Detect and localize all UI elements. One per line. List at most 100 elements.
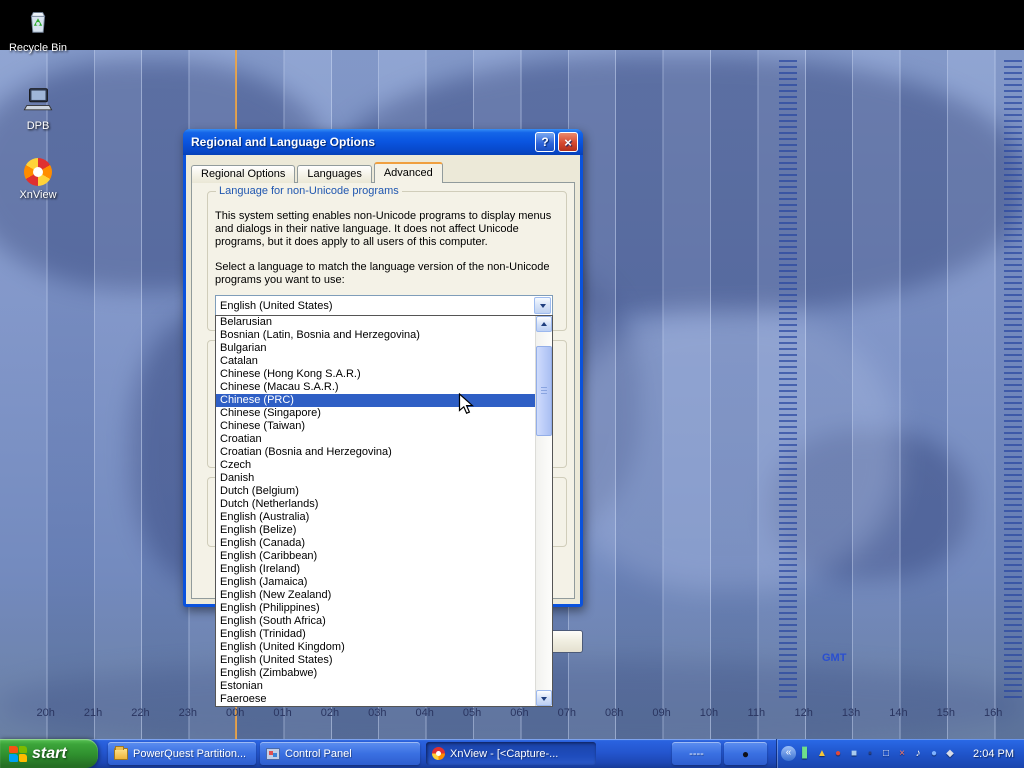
tray-alert-icon[interactable]: ● bbox=[831, 746, 845, 762]
dropdown-item[interactable]: English (Zimbabwe) bbox=[216, 667, 535, 680]
dropdown-item[interactable]: Danish bbox=[216, 472, 535, 485]
dropdown-item[interactable]: English (South Africa) bbox=[216, 615, 535, 628]
taskbar-clock[interactable]: 2:04 PM bbox=[967, 748, 1024, 760]
arrow-up-icon bbox=[541, 319, 547, 326]
tray-shield-icon[interactable]: ▲ bbox=[815, 746, 829, 762]
dropdown-item[interactable]: Bosnian (Latin, Bosnia and Herzegovina) bbox=[216, 329, 535, 342]
recycle-bin-icon bbox=[21, 6, 55, 36]
dropdown-item[interactable]: Chinese (PRC) bbox=[216, 394, 535, 407]
dropdown-item[interactable]: English (Australia) bbox=[216, 511, 535, 524]
desktop-icon-label: Recycle Bin bbox=[0, 42, 76, 54]
desktop-icon-label: XnView bbox=[0, 189, 76, 201]
instruction-text: Select a language to match the language … bbox=[215, 261, 561, 287]
tray-volume-icon[interactable]: ♪ bbox=[911, 746, 925, 762]
tray-window-icon[interactable]: ▪ bbox=[863, 746, 877, 762]
dropdown-item[interactable]: Chinese (Singapore) bbox=[216, 407, 535, 420]
mouse-cursor bbox=[458, 393, 476, 417]
dropdown-item[interactable]: Croatian bbox=[216, 433, 535, 446]
tray-network-icon[interactable]: ● bbox=[927, 746, 941, 762]
dropdown-item[interactable]: Chinese (Macau S.A.R.) bbox=[216, 381, 535, 394]
non-unicode-language-combobox[interactable]: English (United States) bbox=[215, 295, 553, 316]
scrollbar-thumb[interactable] bbox=[536, 346, 552, 436]
tab-languages[interactable]: Languages bbox=[297, 165, 371, 183]
desktop-top-band bbox=[0, 0, 1024, 50]
scroll-up-button[interactable] bbox=[536, 316, 552, 332]
dropdown-scrollbar[interactable] bbox=[535, 316, 552, 706]
taskbar-button-dark-app[interactable]: ● bbox=[724, 742, 767, 765]
taskbar-button-dashes[interactable]: ---- bbox=[672, 742, 721, 765]
desktop-icon-dpb[interactable]: DPB bbox=[0, 84, 76, 132]
arrow-down-icon bbox=[541, 697, 547, 704]
hour-label: 08h bbox=[591, 707, 638, 719]
tray-hide-icons-button[interactable]: « bbox=[781, 746, 796, 761]
dropdown-item[interactable]: Belarusian bbox=[216, 316, 535, 329]
dropdown-items: BelarusianBosnian (Latin, Bosnia and Her… bbox=[216, 316, 535, 706]
dropdown-item[interactable]: English (Jamaica) bbox=[216, 576, 535, 589]
system-tray: « ▋▲●■▪□×♪●◆ 2:04 PM bbox=[776, 739, 1024, 768]
dropdown-item[interactable]: English (Trinidad) bbox=[216, 628, 535, 641]
taskbar-button-powerquest[interactable]: PowerQuest Partition... bbox=[108, 742, 256, 765]
dropdown-item[interactable]: English (Ireland) bbox=[216, 563, 535, 576]
laptop-icon bbox=[21, 84, 55, 114]
dropdown-item[interactable]: Catalan bbox=[216, 355, 535, 368]
hour-labels-row: 20h21h22h23h00h01h02h03h04h05h06h07h08h0… bbox=[22, 707, 1017, 719]
tray-device-icon[interactable]: ◆ bbox=[943, 746, 957, 762]
dropdown-item[interactable]: English (Caribbean) bbox=[216, 550, 535, 563]
dropdown-item[interactable]: Bulgarian bbox=[216, 342, 535, 355]
dropdown-item[interactable]: Estonian bbox=[216, 680, 535, 693]
hour-label: 16h bbox=[970, 707, 1017, 719]
edge-hatch bbox=[1004, 60, 1022, 700]
control-panel-icon bbox=[266, 748, 280, 760]
desktop-icon-xnview[interactable]: XnView bbox=[0, 158, 76, 201]
tray-display-icon[interactable]: ■ bbox=[847, 746, 861, 762]
dropdown-item[interactable]: Dutch (Belgium) bbox=[216, 485, 535, 498]
tab-advanced[interactable]: Advanced bbox=[374, 162, 443, 183]
hour-label: 00h bbox=[212, 707, 259, 719]
window-title: Regional and Language Options bbox=[191, 135, 532, 149]
hour-label: 12h bbox=[780, 707, 827, 719]
start-button[interactable]: start bbox=[0, 739, 98, 768]
dropdown-item[interactable]: English (United Kingdom) bbox=[216, 641, 535, 654]
combobox-value: English (United States) bbox=[216, 300, 533, 312]
dropdown-item[interactable]: Chinese (Taiwan) bbox=[216, 420, 535, 433]
xnview-logo-icon bbox=[24, 158, 52, 186]
dropdown-item[interactable]: English (United States) bbox=[216, 654, 535, 667]
dropdown-item[interactable]: Czech bbox=[216, 459, 535, 472]
dropdown-item[interactable]: English (Philippines) bbox=[216, 602, 535, 615]
hour-label: 11h bbox=[733, 707, 780, 719]
dark-app-icon: ● bbox=[742, 748, 749, 760]
hour-label: 06h bbox=[496, 707, 543, 719]
hour-label: 07h bbox=[543, 707, 590, 719]
taskbar-button-xnview[interactable]: XnView - [<Capture-... bbox=[426, 742, 596, 765]
groupbox-title: Language for non-Unicode programs bbox=[216, 185, 402, 197]
description-text: This system setting enables non-Unicode … bbox=[215, 210, 557, 249]
taskbar-button-control-panel[interactable]: Control Panel bbox=[260, 742, 420, 765]
tray-close-icon[interactable]: × bbox=[895, 746, 909, 762]
hour-label: 14h bbox=[875, 707, 922, 719]
help-button[interactable]: ? bbox=[535, 132, 555, 152]
taskbar: start PowerQuest Partition... Control Pa… bbox=[0, 739, 1024, 768]
tray-meter-icon[interactable]: ▋ bbox=[799, 746, 813, 762]
dropdown-item[interactable]: Croatian (Bosnia and Herzegovina) bbox=[216, 446, 535, 459]
hour-label: 01h bbox=[259, 707, 306, 719]
hour-label: 21h bbox=[69, 707, 116, 719]
hour-label: 10h bbox=[685, 707, 732, 719]
dropdown-item[interactable]: Faeroese bbox=[216, 693, 535, 706]
hour-label: 09h bbox=[638, 707, 685, 719]
scroll-down-button[interactable] bbox=[536, 690, 552, 706]
xnview-icon bbox=[432, 747, 445, 760]
desktop-icon-recycle-bin[interactable]: Recycle Bin bbox=[0, 6, 76, 54]
dropdown-item[interactable]: Chinese (Hong Kong S.A.R.) bbox=[216, 368, 535, 381]
dropdown-item[interactable]: Dutch (Netherlands) bbox=[216, 498, 535, 511]
dropdown-item[interactable]: English (New Zealand) bbox=[216, 589, 535, 602]
dropdown-item[interactable]: English (Canada) bbox=[216, 537, 535, 550]
hour-label: 05h bbox=[448, 707, 495, 719]
combobox-dropdown-button[interactable] bbox=[534, 297, 551, 314]
gmt-label: GMT bbox=[822, 652, 846, 664]
window-titlebar[interactable]: Regional and Language Options ? × bbox=[183, 129, 583, 155]
dropdown-item[interactable]: English (Belize) bbox=[216, 524, 535, 537]
tray-frame-icon[interactable]: □ bbox=[879, 746, 893, 762]
close-button[interactable]: × bbox=[558, 132, 578, 152]
hour-label: 23h bbox=[164, 707, 211, 719]
tab-regional-options[interactable]: Regional Options bbox=[191, 165, 295, 183]
